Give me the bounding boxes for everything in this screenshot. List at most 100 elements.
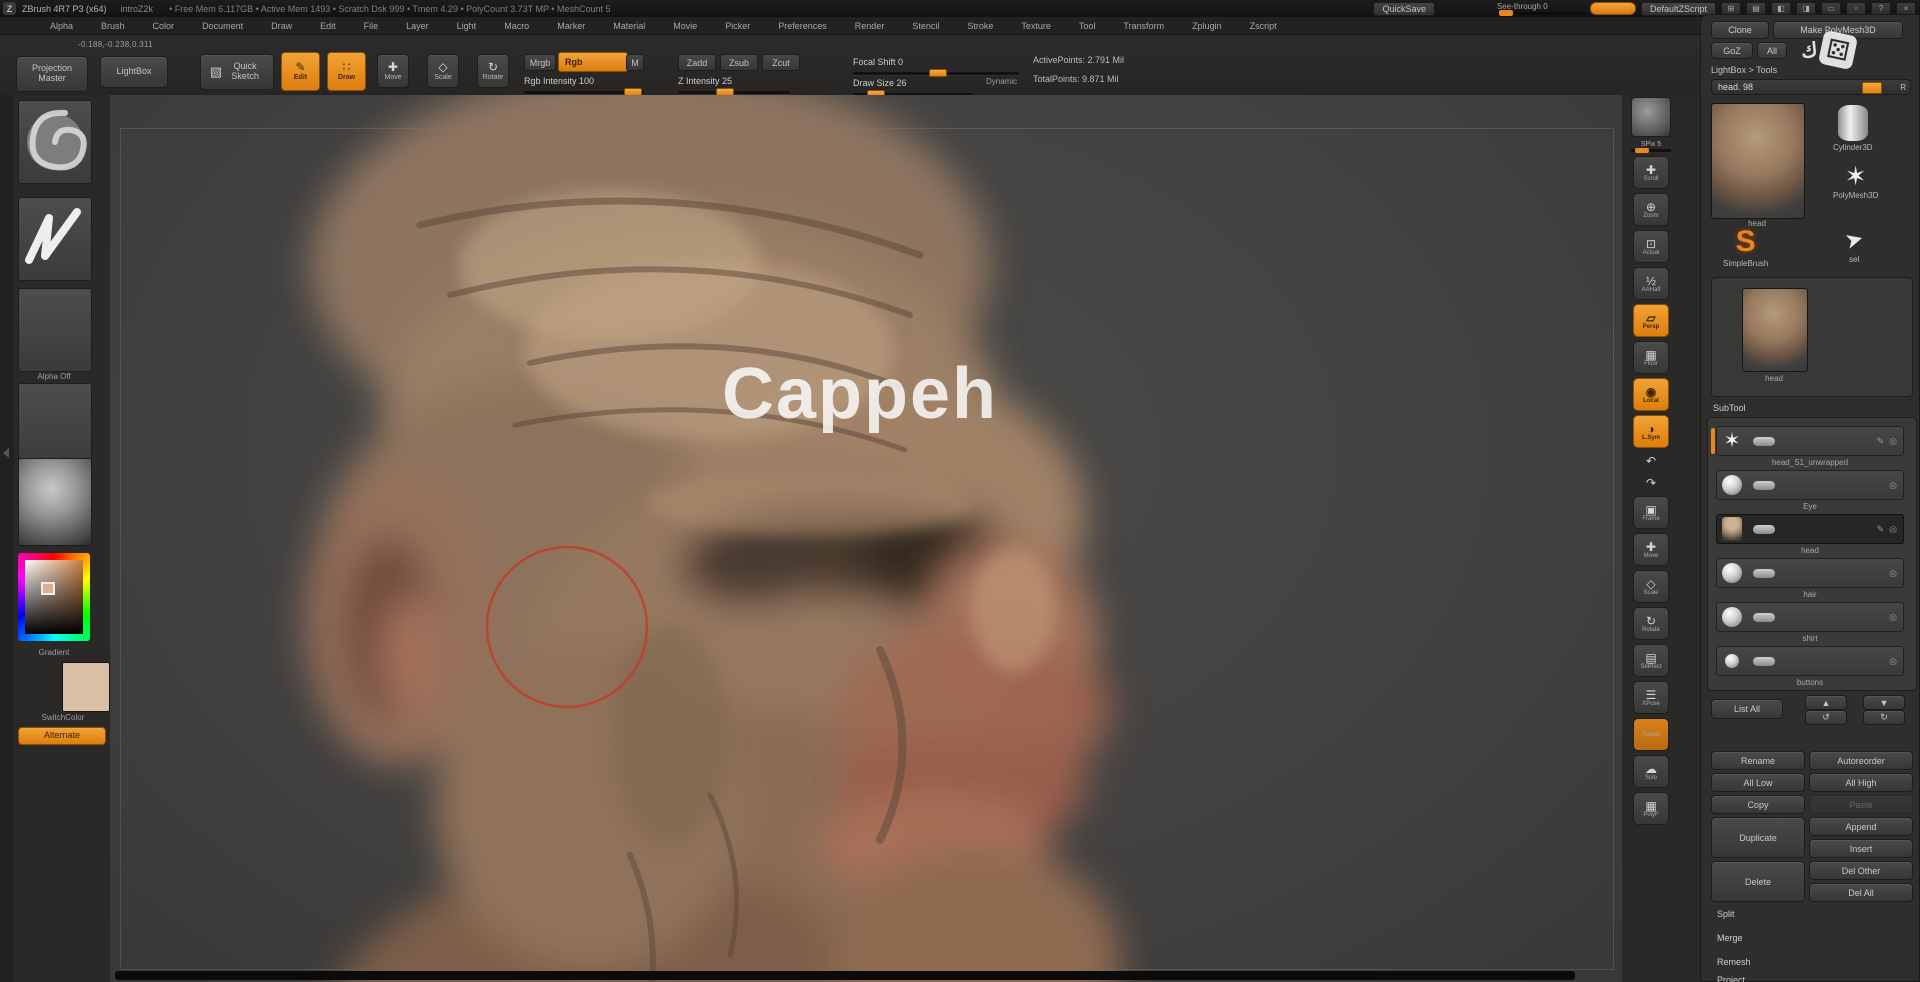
quick-sketch-button[interactable]: ▧ Quick Sketch: [200, 54, 274, 90]
menu-picker[interactable]: Picker: [711, 21, 764, 31]
gradient-label[interactable]: Gradient: [18, 648, 90, 657]
aahalf-button[interactable]: ½AAHalf: [1633, 267, 1669, 300]
tool-slot-cylinder3d[interactable]: Cylinder3D: [1833, 105, 1873, 152]
menu-material[interactable]: Material: [599, 21, 659, 31]
projection-master-button[interactable]: Projection Master: [16, 56, 88, 92]
zsub-button[interactable]: Zsub: [720, 54, 758, 71]
menu-zscript[interactable]: Zscript: [1236, 21, 1291, 31]
spix-handle[interactable]: [1635, 148, 1649, 153]
subtool-cw-button[interactable]: ↻: [1863, 710, 1905, 725]
rotate-button[interactable]: ↻ Rotate: [477, 54, 509, 88]
tool-slot-sel[interactable]: ➤ sel: [1845, 227, 1863, 264]
visibility-eye-toggle[interactable]: [1753, 481, 1775, 490]
selrect-button[interactable]: ▤SelRect: [1633, 644, 1669, 677]
see-through-handle[interactable]: [1499, 10, 1513, 16]
scale-button[interactable]: ◇ Scale: [427, 54, 459, 88]
polyf-button[interactable]: ▦PolyF: [1633, 792, 1669, 825]
subtool-down-button[interactable]: ▼: [1863, 695, 1905, 710]
insert-button[interactable]: Insert: [1809, 839, 1913, 858]
draw-size-slider[interactable]: Draw Size 26: [853, 73, 973, 96]
subtool-eye-icon[interactable]: ◎: [1889, 612, 1897, 623]
menu-marker[interactable]: Marker: [543, 21, 599, 31]
tool-preview-thumbnail[interactable]: [1742, 288, 1808, 372]
current-color-swatch[interactable]: [62, 662, 110, 712]
tool-slider-handle[interactable]: [1862, 82, 1882, 94]
subtool-eye-icon[interactable]: ◎: [1889, 568, 1897, 579]
menu-texture[interactable]: Texture: [1007, 21, 1065, 31]
subtool-ccw-button[interactable]: ↺: [1805, 710, 1847, 725]
color-picker[interactable]: [18, 553, 90, 641]
current-brush-thumbnail[interactable]: [18, 100, 92, 184]
actual-button[interactable]: ⊡Actual: [1633, 230, 1669, 263]
persp-button[interactable]: ▱Persp: [1633, 304, 1669, 337]
scroll-button[interactable]: ✚Scroll: [1633, 156, 1669, 189]
xpose-button[interactable]: ☰XPose: [1633, 681, 1669, 714]
switch-color-label[interactable]: SwitchColor: [18, 713, 108, 722]
copy-button[interactable]: Copy: [1711, 795, 1805, 814]
tool-slot-polymesh3d[interactable]: ✶ PolyMesh3D: [1833, 163, 1878, 200]
zscript-progress-bar[interactable]: [1590, 2, 1636, 15]
menu-transform[interactable]: Transform: [1109, 21, 1178, 31]
color-picker-selector[interactable]: [41, 582, 55, 595]
z-intensity-slider[interactable]: Z Intensity 25: [678, 71, 790, 94]
visibility-eye-toggle[interactable]: [1753, 525, 1775, 534]
see-through-slider[interactable]: See-through 0: [1497, 2, 1585, 15]
local-button[interactable]: ◉Local: [1633, 378, 1669, 411]
goz-button[interactable]: GoZ: [1711, 42, 1753, 59]
frame-button[interactable]: ▣Frame: [1633, 496, 1669, 529]
menu-preferences[interactable]: Preferences: [764, 21, 841, 31]
list-all-button[interactable]: List All: [1711, 699, 1783, 719]
subtool-row-shirt[interactable]: ◎: [1716, 602, 1904, 632]
nav-rotate-button[interactable]: ↻Rotate: [1633, 607, 1669, 640]
del-all-button[interactable]: Del All: [1809, 883, 1913, 902]
subtool-section-header[interactable]: SubTool: [1713, 403, 1746, 413]
menu-layer[interactable]: Layer: [392, 21, 443, 31]
sculpting-canvas[interactable]: Cappeh: [110, 95, 1622, 982]
duplicate-button[interactable]: Duplicate: [1711, 817, 1805, 858]
current-texture-thumbnail[interactable]: [18, 383, 92, 467]
polypaint-toggle-icon[interactable]: ✎: [1877, 524, 1885, 535]
menu-tool[interactable]: Tool: [1065, 21, 1110, 31]
menu-zplugin[interactable]: Zplugin: [1178, 21, 1236, 31]
menu-movie[interactable]: Movie: [659, 21, 711, 31]
subtool-row-head-unwrapped[interactable]: ✶ ✎◎: [1716, 426, 1904, 456]
zcut-button[interactable]: Zcut: [762, 54, 800, 71]
polypaint-toggle-icon[interactable]: ✎: [1877, 436, 1885, 447]
paste-button[interactable]: Paste: [1809, 795, 1913, 814]
left-divider-arrow[interactable]: [3, 448, 9, 458]
visibility-eye-toggle[interactable]: [1753, 657, 1775, 666]
delete-button[interactable]: Delete: [1711, 861, 1805, 902]
edit-button[interactable]: ✎ Edit: [281, 52, 320, 91]
remesh-section-header[interactable]: Remesh: [1717, 957, 1751, 967]
menu-brush[interactable]: Brush: [87, 21, 139, 31]
rename-button[interactable]: Rename: [1711, 751, 1805, 770]
clone-button[interactable]: Clone: [1711, 21, 1769, 39]
merge-section-header[interactable]: Merge: [1717, 933, 1743, 943]
transp-button[interactable]: Transp: [1633, 718, 1669, 751]
spix-slider[interactable]: SPix 5: [1631, 141, 1671, 152]
nav-move-button[interactable]: ✚Move: [1633, 533, 1669, 566]
redo-button[interactable]: ↷: [1633, 474, 1669, 492]
tool-slot-simplebrush[interactable]: S SimpleBrush: [1723, 227, 1768, 268]
subtool-eye-icon[interactable]: ◎: [1889, 480, 1897, 491]
move-button[interactable]: ✚ Move: [377, 54, 409, 88]
rgb-button[interactable]: Rgb: [558, 52, 628, 72]
subtool-eye-icon[interactable]: ◎: [1889, 436, 1897, 447]
m-button[interactable]: M: [626, 54, 644, 71]
subtool-eye-icon[interactable]: ◎: [1889, 656, 1897, 667]
undo-button[interactable]: ↶: [1633, 452, 1669, 470]
current-stroke-thumbnail[interactable]: [18, 197, 92, 281]
subtool-row-buttons[interactable]: ◎: [1716, 646, 1904, 676]
split-section-header[interactable]: Split: [1717, 909, 1735, 919]
project-section-header[interactable]: Project: [1717, 975, 1745, 982]
solo-button[interactable]: ☁Solo: [1633, 755, 1669, 788]
sculpted-head-model[interactable]: [110, 95, 1622, 982]
current-alpha-thumbnail[interactable]: [18, 288, 92, 372]
append-button[interactable]: Append: [1809, 817, 1913, 836]
render-preview-thumbnail[interactable]: [1631, 97, 1671, 137]
tool-name-slider[interactable]: head. 98 R: [1711, 79, 1911, 95]
canvas-bottom-scrollbar[interactable]: [115, 971, 1575, 980]
visibility-eye-toggle[interactable]: [1753, 613, 1775, 622]
draw-button[interactable]: ∷ Draw: [327, 52, 366, 91]
menu-alpha[interactable]: Alpha: [36, 21, 87, 31]
